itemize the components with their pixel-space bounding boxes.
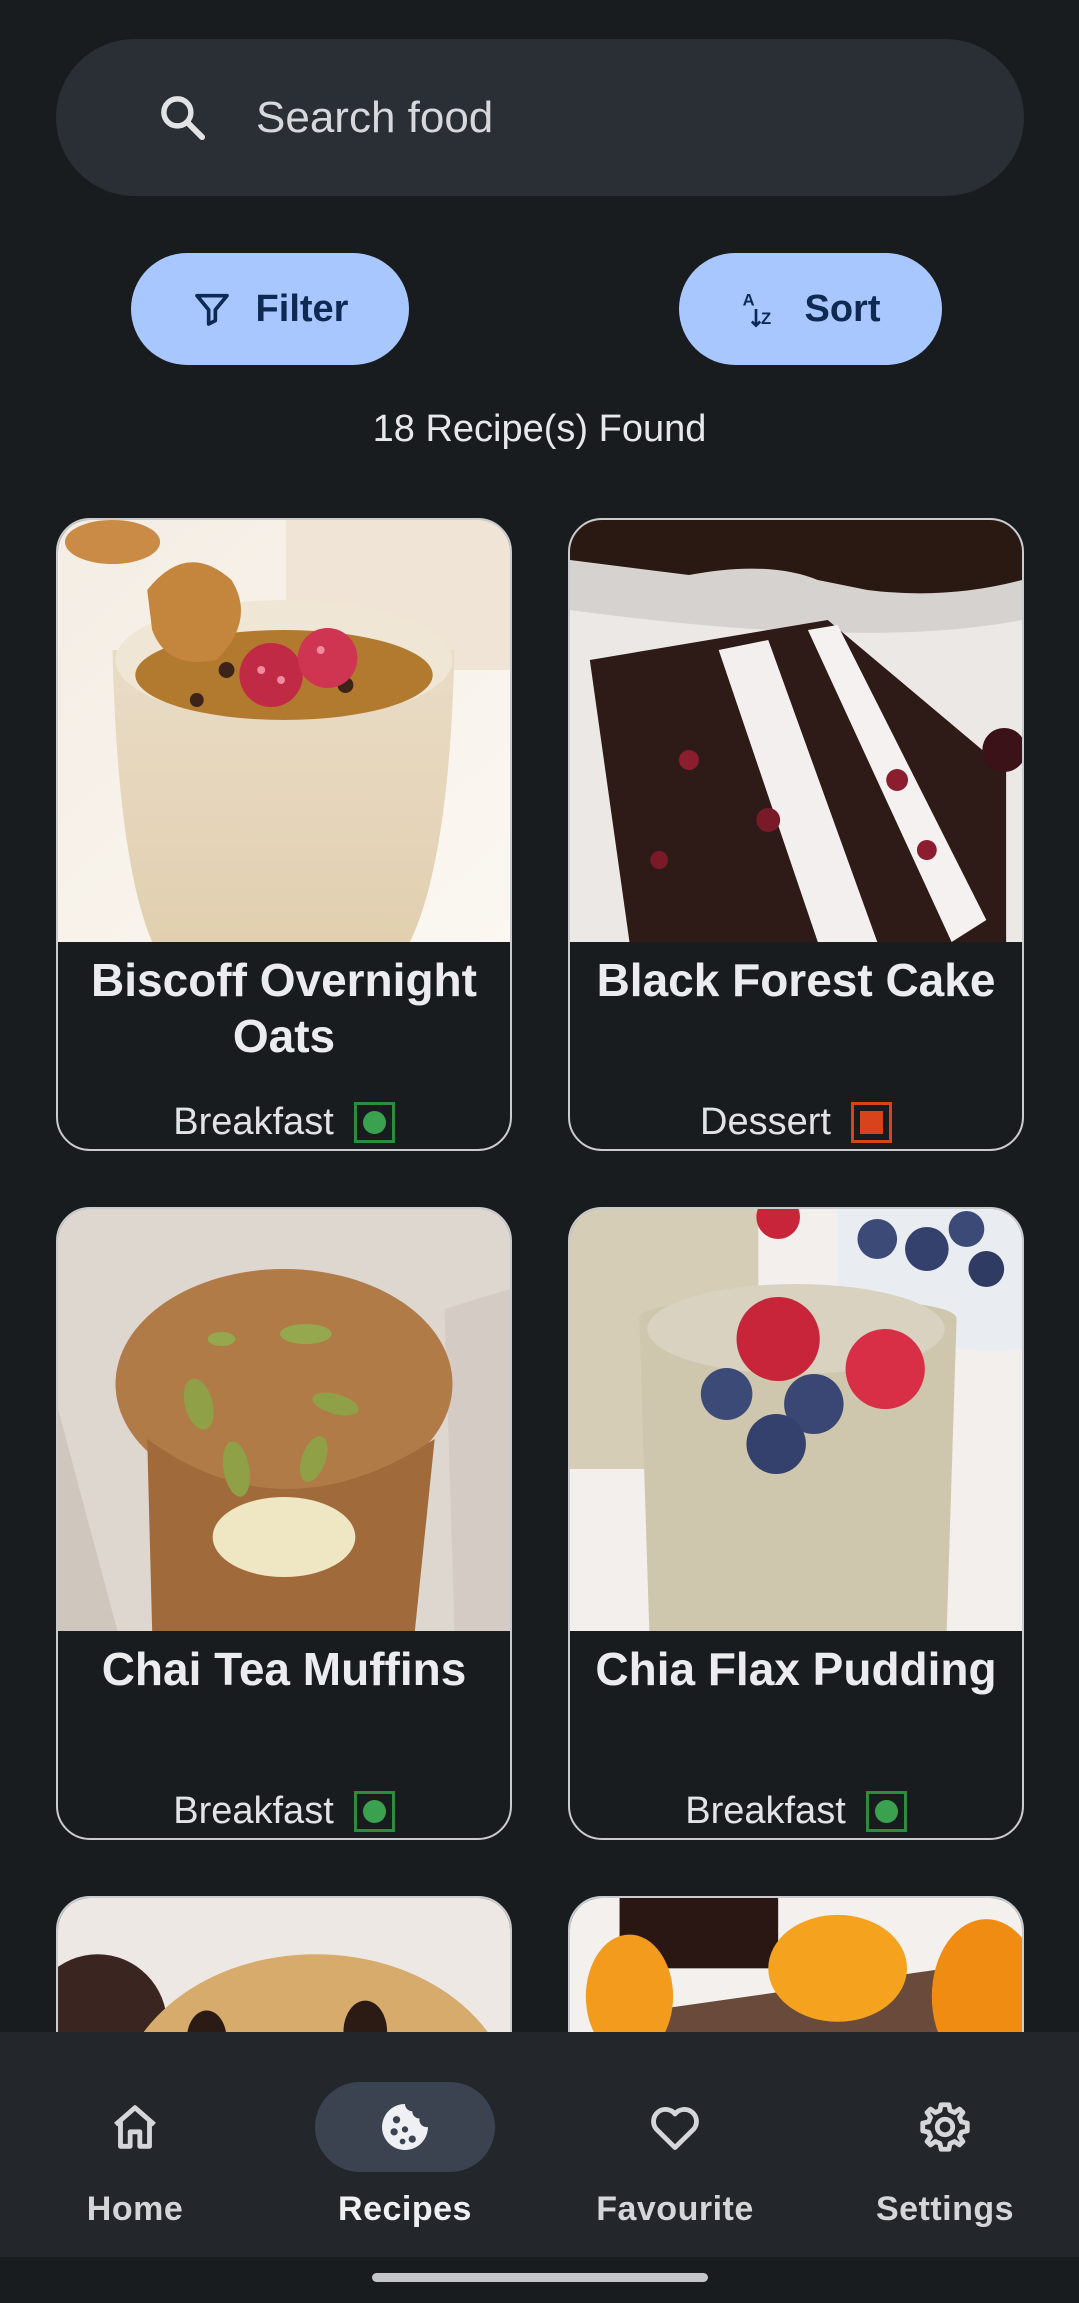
recipe-image <box>58 520 510 942</box>
recipe-category: Breakfast <box>173 1789 334 1832</box>
recipe-title: Chai Tea Muffins <box>101 1643 467 1695</box>
recipe-card[interactable]: Chia Flax Pudding Breakfast <box>568 1207 1024 1840</box>
recipe-title: Black Forest Cake <box>596 954 996 1006</box>
recipe-category: Dessert <box>700 1100 831 1143</box>
nav-label: Recipes <box>338 2190 472 2228</box>
home-icon <box>114 2105 156 2149</box>
bottom-navigation: Home Recipes Favourite Settings <box>0 2032 1079 2257</box>
nav-label: Settings <box>875 2190 1015 2228</box>
recipe-category: Breakfast <box>173 1100 334 1143</box>
heart-icon <box>651 2107 699 2150</box>
nav-item-favourite[interactable]: Favourite <box>540 2032 810 2257</box>
gesture-handle[interactable] <box>372 2273 708 2282</box>
sort-button[interactable]: A Z Sort <box>679 253 942 365</box>
recipe-meta: Dessert <box>570 1100 1022 1144</box>
filter-button[interactable]: Filter <box>131 253 409 365</box>
recipe-image <box>58 1209 510 1631</box>
sort-az-icon: A Z <box>742 291 771 328</box>
recipe-category: Breakfast <box>685 1789 846 1832</box>
recipe-card[interactable]: Chai Tea Muffins Breakfast <box>56 1207 512 1840</box>
recipe-card[interactable]: Black Forest Cake Dessert <box>568 518 1024 1151</box>
recipe-meta: Breakfast <box>58 1100 510 1144</box>
nav-label: Home <box>86 2190 184 2228</box>
recipe-card[interactable]: Biscoff Overnight Oats Breakfast <box>56 518 512 1151</box>
results-count: 18 Recipe(s) Found <box>372 408 707 450</box>
filter-icon <box>194 293 229 326</box>
recipe-meta: Breakfast <box>58 1789 510 1833</box>
sort-label: Sort <box>804 287 881 330</box>
non-veg-indicator-icon <box>850 1101 892 1143</box>
recipe-title: Biscoff Overnight Oats <box>91 954 477 1062</box>
filter-label: Filter <box>255 287 349 330</box>
search-input[interactable] <box>256 39 976 196</box>
recipe-image <box>570 1209 1022 1631</box>
svg-text:A: A <box>742 291 754 310</box>
veg-indicator-icon <box>353 1790 395 1832</box>
cookie-icon <box>382 2104 428 2150</box>
svg-text:Z: Z <box>761 309 771 328</box>
search-bar[interactable] <box>56 39 1024 196</box>
search-icon <box>161 96 206 141</box>
nav-item-recipes[interactable]: Recipes <box>270 2032 540 2257</box>
recipe-meta: Breakfast <box>570 1789 1022 1833</box>
veg-indicator-icon <box>865 1790 907 1832</box>
veg-indicator-icon <box>353 1101 395 1143</box>
nav-item-home[interactable]: Home <box>0 2032 270 2257</box>
nav-item-settings[interactable]: Settings <box>810 2032 1079 2257</box>
recipe-title: Chia Flax Pudding <box>595 1643 997 1695</box>
recipe-image <box>570 520 1022 942</box>
gear-icon <box>920 2102 970 2152</box>
nav-label: Favourite <box>596 2190 754 2228</box>
